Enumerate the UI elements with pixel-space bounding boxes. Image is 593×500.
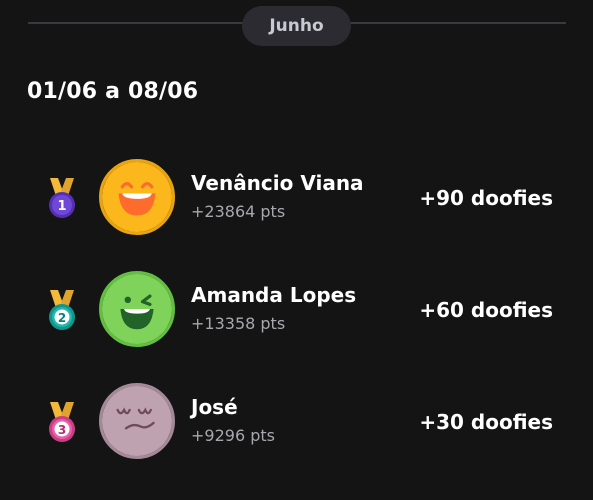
player-points: +23864 pts — [191, 202, 286, 221]
header-divider-right — [350, 22, 566, 24]
medal-bronze-icon: 3 — [44, 400, 80, 444]
header-divider-left — [28, 22, 243, 24]
avatar — [99, 159, 175, 235]
player-reward: +90 doofies — [419, 186, 553, 210]
week-range-title: 01/06 a 08/06 — [27, 79, 199, 104]
player-name: Amanda Lopes — [191, 283, 357, 307]
avatar — [99, 271, 175, 347]
ranking-row-1[interactable]: 1 Venâncio Viana +23864 pts +90 doofies — [0, 158, 593, 240]
medal-silver-icon: 2 — [44, 288, 80, 332]
player-reward: +60 doofies — [419, 298, 553, 322]
avatar — [99, 383, 175, 459]
player-reward: +30 doofies — [419, 410, 553, 434]
ranking-row-2[interactable]: 2 Amanda Lopes +13358 pts +60 doofies — [0, 270, 593, 352]
medal-gold-icon: 1 — [44, 176, 80, 220]
month-selector[interactable]: Junho — [242, 6, 351, 46]
player-points: +9296 pts — [191, 426, 275, 445]
svg-text:3: 3 — [58, 423, 66, 437]
month-label: Junho — [269, 16, 324, 36]
player-name: José — [191, 395, 238, 419]
ranking-row-3[interactable]: 3 José +9296 pts +30 doofies — [0, 382, 593, 464]
player-points: +13358 pts — [191, 314, 286, 333]
svg-text:1: 1 — [57, 199, 66, 214]
svg-text:2: 2 — [58, 311, 66, 325]
player-name: Venâncio Viana — [191, 171, 364, 195]
